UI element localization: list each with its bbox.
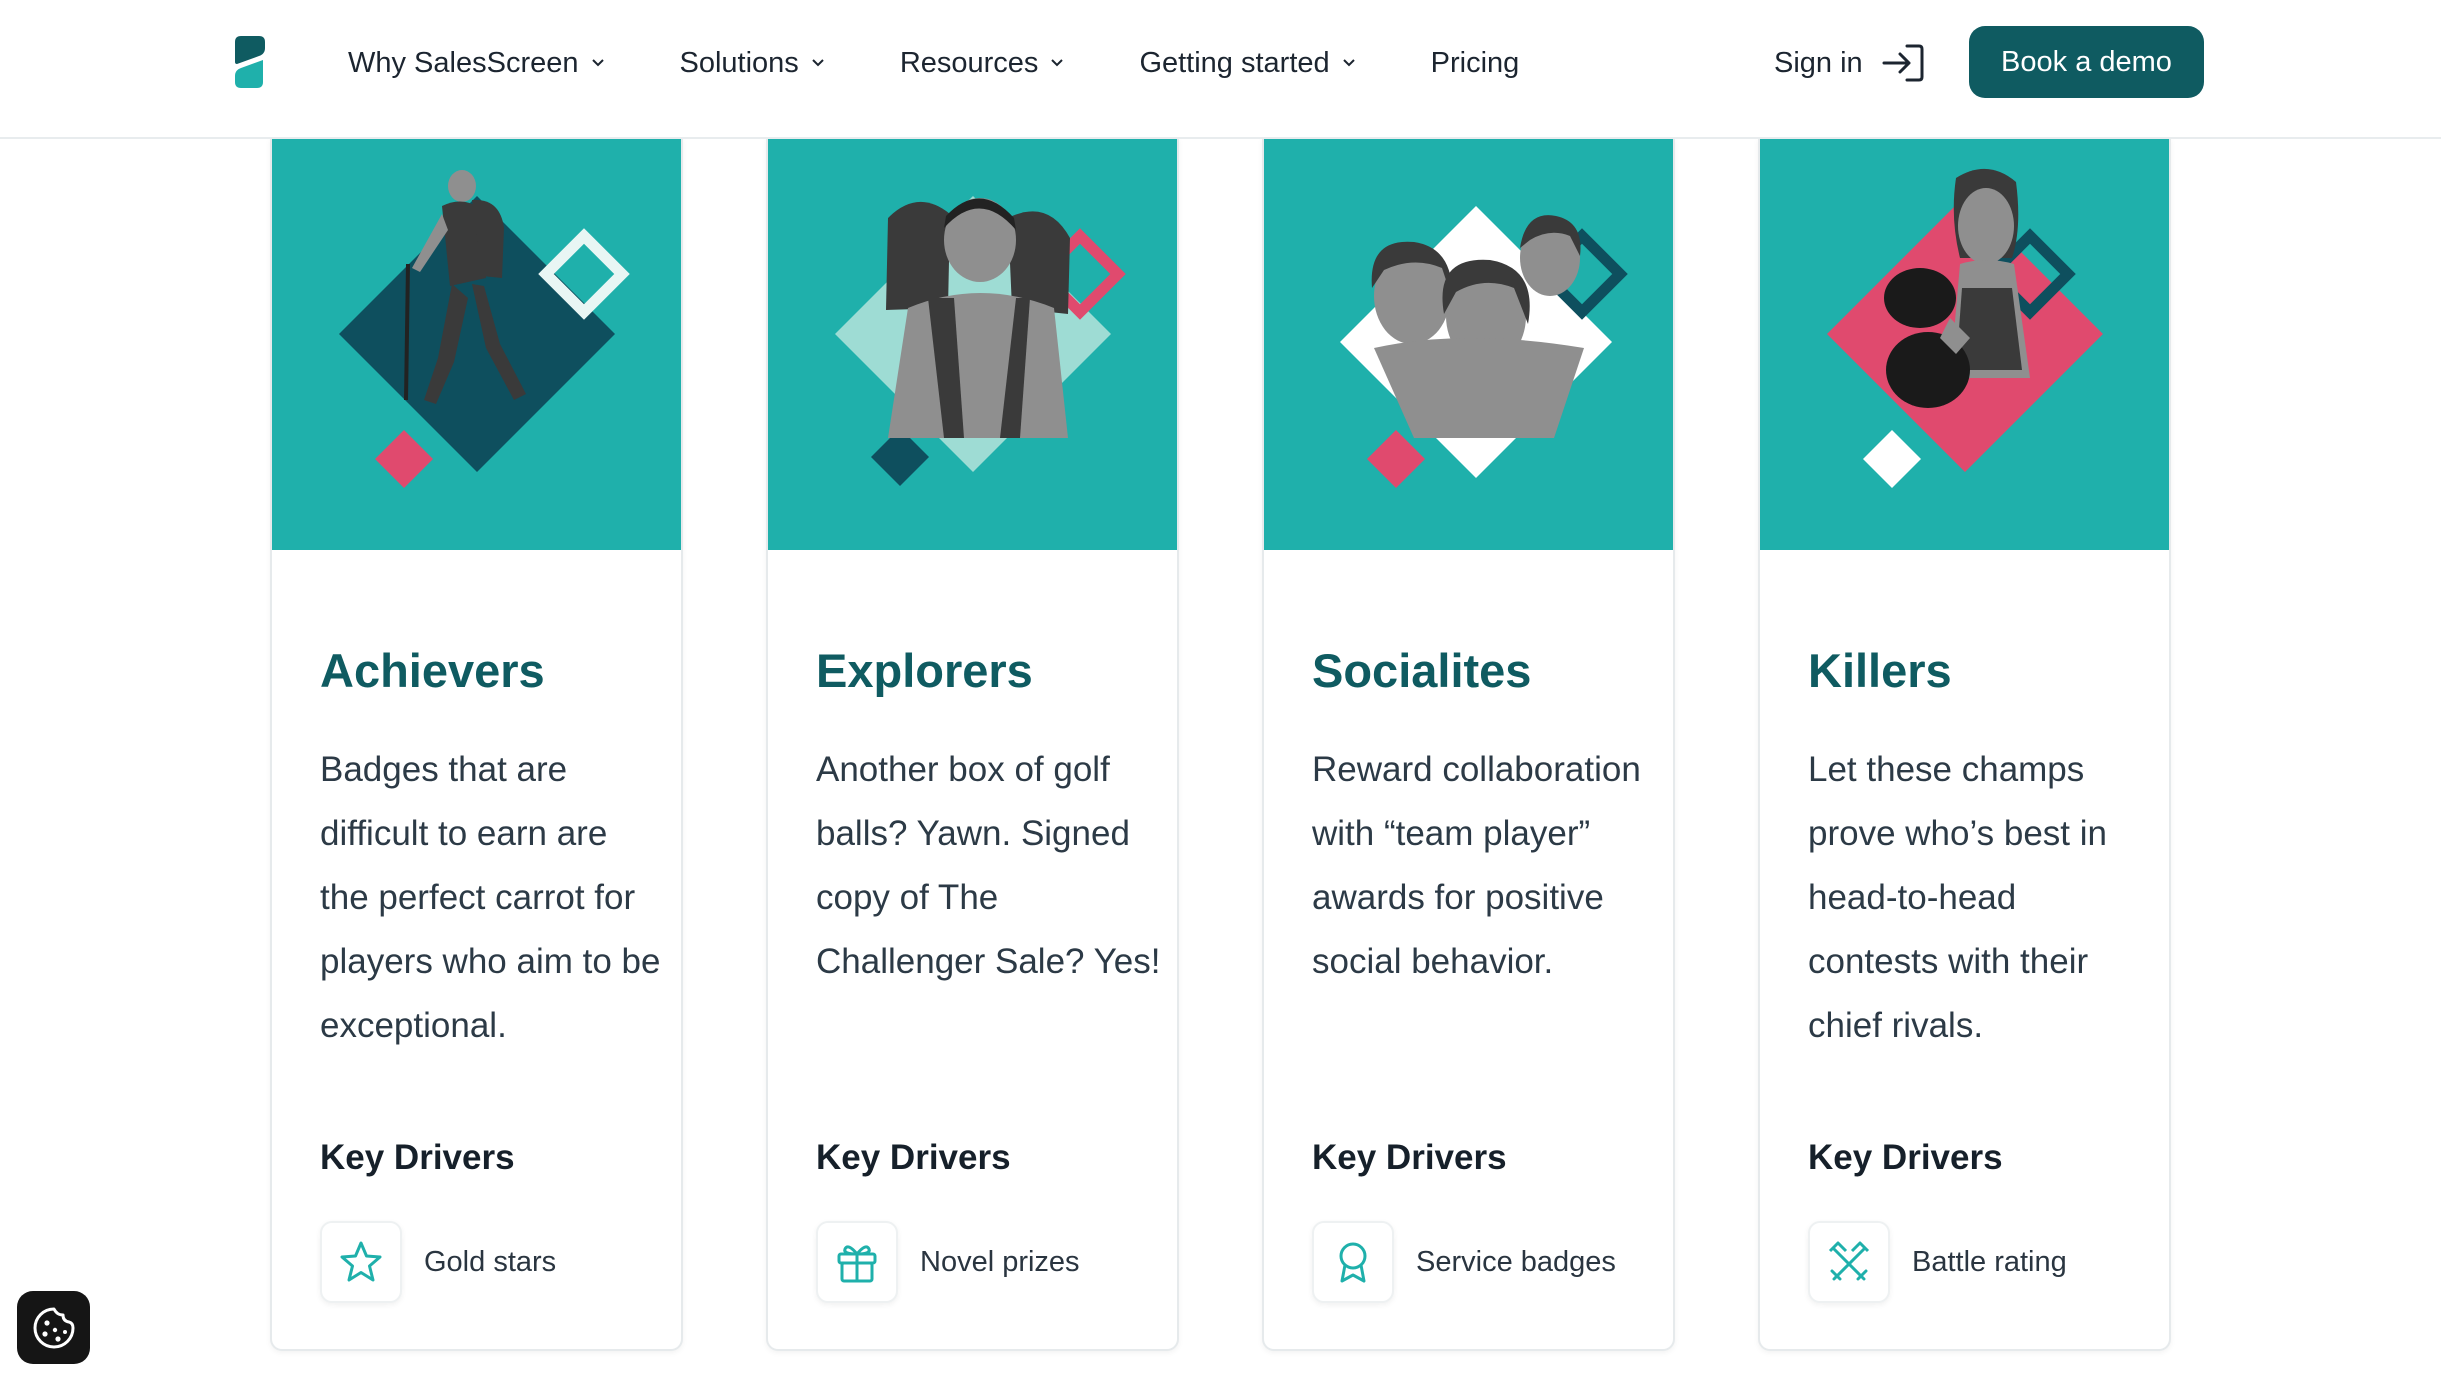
key-drivers-heading: Key Drivers	[320, 1138, 515, 1177]
friends-group-illustration	[1264, 138, 1673, 550]
card-description: Reward collaboration with “team player” …	[1312, 750, 1641, 981]
sign-in-arrow-icon	[1882, 44, 1924, 82]
site-header: Why SalesScreen Solutions Resources Gett…	[0, 0, 2441, 139]
book-demo-button[interactable]: Book a demo	[1969, 26, 2204, 98]
card-description: Badges that are difficult to earn are th…	[320, 750, 661, 1045]
key-driver-label: Battle rating	[1912, 1245, 2067, 1278]
key-driver: Novel prizes	[816, 1221, 1080, 1303]
nav-label: Solutions	[679, 46, 799, 79]
card-title: Explorers	[816, 644, 1033, 697]
card-title: Achievers	[320, 644, 545, 697]
hiker-illustration	[272, 138, 681, 550]
key-drivers-heading: Key Drivers	[1808, 1138, 2003, 1177]
persona-image	[1264, 138, 1673, 550]
nav-resources[interactable]: Resources	[900, 47, 1065, 80]
boxer-illustration	[1760, 138, 2169, 550]
key-driver: Gold stars	[320, 1221, 556, 1303]
key-driver: Battle rating	[1808, 1221, 2067, 1303]
chevron-down-icon	[1342, 59, 1355, 67]
sign-in-link[interactable]: Sign in	[1774, 40, 1925, 86]
cookie-icon	[33, 1307, 74, 1348]
nav-label: Getting started	[1139, 46, 1330, 79]
key-drivers-heading: Key Drivers	[816, 1138, 1011, 1177]
persona-card-killers: Killers Let these champs prove who’s bes…	[1758, 138, 2171, 1351]
chevron-down-icon	[591, 59, 604, 67]
persona-image	[272, 138, 681, 550]
main-nav: Why SalesScreen Solutions Resources Gett…	[348, 40, 1594, 86]
card-description: Let these champs prove who’s best in hea…	[1808, 750, 2107, 1045]
salesscreen-logo[interactable]	[233, 34, 267, 90]
nav-why-salesscreen[interactable]: Why SalesScreen	[348, 47, 605, 80]
gift-icon	[816, 1221, 898, 1303]
persona-card-achievers: Achievers Badges that are difficult to e…	[270, 138, 683, 1351]
award-ribbon-icon	[1312, 1221, 1394, 1303]
key-drivers-heading: Key Drivers	[1312, 1138, 1507, 1177]
persona-image	[1760, 138, 2169, 550]
nav-pricing[interactable]: Pricing	[1431, 47, 1520, 80]
nav-label: Why SalesScreen	[348, 46, 579, 79]
card-title: Killers	[1808, 644, 1952, 697]
persona-image	[768, 138, 1177, 550]
persona-card-explorers: Explorers Another box of golf balls? Yaw…	[766, 138, 1179, 1351]
key-driver: Service badges	[1312, 1221, 1616, 1303]
nav-getting-started[interactable]: Getting started	[1139, 47, 1355, 80]
cookie-settings-button[interactable]	[17, 1291, 90, 1364]
key-driver-label: Service badges	[1416, 1245, 1616, 1278]
sign-in-label: Sign in	[1774, 46, 1863, 79]
card-title: Socialites	[1312, 644, 1532, 697]
crossed-swords-icon	[1808, 1221, 1890, 1303]
star-icon	[320, 1221, 402, 1303]
chevron-down-icon	[812, 59, 824, 67]
backpacker-illustration	[768, 138, 1177, 550]
persona-card-socialites: Socialites Reward collaboration with “te…	[1262, 138, 1675, 1351]
nav-label: Pricing	[1430, 46, 1520, 79]
key-driver-label: Gold stars	[424, 1245, 557, 1278]
card-description: Another box of golf balls? Yawn. Signed …	[816, 750, 1161, 981]
nav-solutions[interactable]: Solutions	[680, 47, 825, 80]
nav-label: Resources	[899, 46, 1039, 79]
chevron-down-icon	[1051, 59, 1064, 67]
key-driver-label: Novel prizes	[920, 1245, 1080, 1278]
